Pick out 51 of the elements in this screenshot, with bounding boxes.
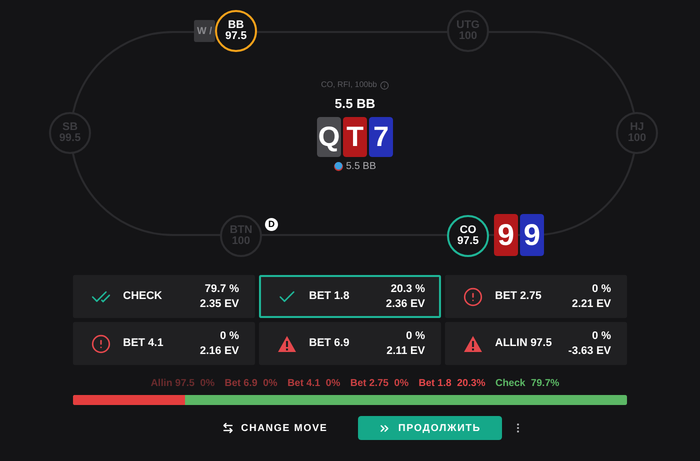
action-ev: 2.21 EV bbox=[572, 296, 611, 312]
action-label: CHECK bbox=[123, 289, 162, 304]
action-option[interactable]: ALLIN 97.5 0 % -3.63 EV bbox=[445, 322, 627, 365]
warning-icon bbox=[277, 334, 297, 352]
action-ev: -3.63 EV bbox=[568, 344, 611, 358]
chip-icon bbox=[334, 162, 343, 170]
seat-position: BB bbox=[228, 20, 244, 31]
action-label: BET 6.9 bbox=[309, 336, 350, 352]
frequency-legend-item: Bet 4.1 0% bbox=[287, 377, 340, 391]
frequency-legend-item: Check 79.7% bbox=[495, 377, 560, 391]
action-frequency: 79.7 % bbox=[204, 282, 239, 296]
action-ev: 2.16 EV bbox=[200, 344, 239, 358]
action-label: BET 2.75 bbox=[495, 289, 542, 304]
alert-circle-icon bbox=[463, 286, 483, 306]
action-frequency: 0 % bbox=[220, 328, 239, 344]
action-ev: 2.35 EV bbox=[200, 296, 239, 312]
action-ev: 2.11 EV bbox=[386, 344, 425, 358]
playing-card: 7 bbox=[369, 116, 393, 156]
alert-circle-icon bbox=[91, 334, 111, 354]
action-option[interactable]: BET 2.75 0 % 2.21 EV bbox=[445, 275, 627, 318]
action-frequency: 0 % bbox=[592, 282, 611, 296]
seat-position: CO bbox=[460, 225, 476, 236]
playing-card: T bbox=[343, 116, 367, 156]
action-frequency: 0 % bbox=[592, 328, 611, 344]
info-icon bbox=[380, 80, 390, 90]
swap-icon bbox=[222, 422, 234, 434]
playing-card: 9 bbox=[494, 214, 518, 256]
frequency-legend-item: Bet 6.9 0% bbox=[224, 377, 278, 391]
action-label: BET 1.8 bbox=[309, 289, 350, 304]
action-option[interactable]: BET 6.9 0 % 2.11 EV bbox=[259, 322, 441, 365]
seat-stack: 97.5 bbox=[457, 236, 479, 247]
warning-icon bbox=[463, 334, 483, 352]
action-option[interactable]: BET 1.8 20.3 % 2.36 EV bbox=[259, 275, 441, 318]
action-frequency: 20.3 % bbox=[390, 282, 425, 296]
action-option[interactable]: BET 4.1 0 % 2.16 EV bbox=[73, 322, 255, 365]
frequency-legend-item: Bet 1.8 20.3% bbox=[418, 377, 486, 391]
playing-card: Q bbox=[317, 116, 341, 156]
action-ev: 2.36 EV bbox=[386, 296, 425, 312]
action-frequency: 0 % bbox=[406, 328, 425, 344]
pot-size: 5.5 BB bbox=[334, 95, 376, 113]
action-option[interactable]: CHECK 79.7 % 2.35 EV bbox=[73, 275, 255, 318]
seat-stack: 97.5 bbox=[225, 31, 247, 42]
frequency-legend-item: Allin 97.5 0% bbox=[150, 377, 215, 391]
action-label: ALLIN 97.5 bbox=[495, 336, 552, 352]
spot-info: CO, RFI, 100bb bbox=[320, 79, 378, 91]
playing-card: 9 bbox=[520, 214, 544, 256]
seat-badge: W / bbox=[194, 20, 215, 42]
change-move-button[interactable]: CHANGE MOVE bbox=[222, 420, 328, 436]
frequency-legend-item: Bet 2.75 0% bbox=[350, 377, 409, 391]
action-label: BET 4.1 bbox=[123, 336, 164, 352]
chip-amount: 5.5 BB bbox=[346, 160, 376, 174]
